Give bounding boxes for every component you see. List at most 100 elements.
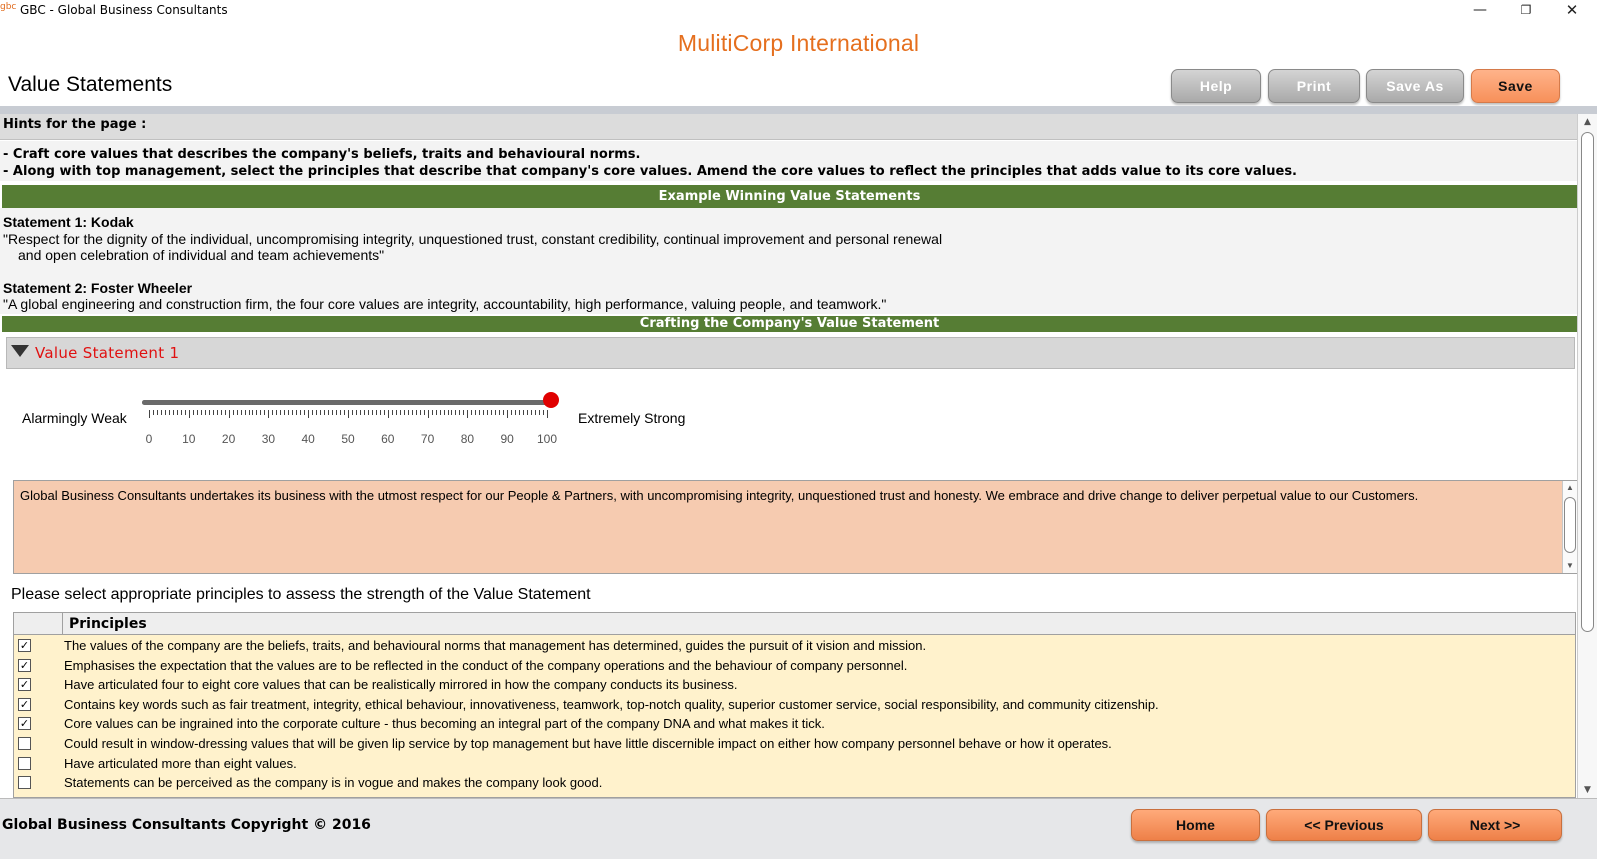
page-scrollbar[interactable]: ▲ ▼ — [1577, 114, 1597, 798]
next-button[interactable]: Next >> — [1428, 809, 1562, 841]
principle-row[interactable]: ✓ Have articulated four to eight core val… — [14, 675, 1575, 695]
slider-tick — [308, 410, 310, 418]
slider-tick-label: 80 — [460, 432, 475, 446]
slider-tick — [419, 410, 421, 415]
checkbox-checked[interactable]: ✓ — [18, 678, 31, 692]
hint-line: - Craft core values that describes the c… — [3, 147, 641, 162]
save-button[interactable]: Save — [1471, 69, 1560, 103]
slider-tick — [435, 410, 437, 415]
scroll-up-icon[interactable]: ▲ — [1563, 481, 1577, 495]
principle-row[interactable]: ✓ Contains key words such as fair treatme… — [14, 695, 1575, 715]
slider-tick — [200, 410, 202, 415]
strength-slider-knob[interactable] — [543, 392, 559, 408]
slider-tick — [184, 410, 186, 415]
slider-tick — [363, 410, 365, 415]
principle-text: Could result in window-dressing values t… — [64, 736, 1112, 751]
principle-row[interactable]: ✓ Emphasises the expectation that the val… — [14, 656, 1575, 676]
slider-tick — [391, 410, 393, 415]
slider-max-label: Extremely Strong — [578, 410, 686, 426]
value-statement-text: Global Business Consultants undertakes i… — [20, 488, 1419, 503]
save-as-button[interactable]: Save As — [1366, 69, 1464, 103]
slider-tick — [256, 410, 258, 415]
slider-tick — [427, 410, 429, 418]
principle-row[interactable]: ✓ Core values can be ingrained into the c… — [14, 714, 1575, 734]
slider-tick — [260, 410, 262, 415]
slider-tick — [212, 410, 214, 415]
slider-tick — [399, 410, 401, 415]
examples-panel: Statement 1: Kodak "Respect for the dign… — [0, 208, 1577, 314]
slider-tick-label: 100 — [536, 432, 558, 446]
app-icon: gbc — [0, 2, 17, 12]
slider-tick — [280, 410, 282, 415]
slider-tick — [292, 410, 294, 415]
scroll-up-icon[interactable]: ▲ — [1578, 114, 1597, 130]
slider-tick — [527, 410, 529, 415]
page-title: Value Statements — [8, 73, 173, 96]
slider-tick — [411, 410, 413, 415]
principles-table-header: Principles — [14, 613, 1575, 635]
slider-tick — [232, 410, 234, 415]
checkbox-unchecked[interactable] — [18, 756, 31, 770]
help-button[interactable]: Help — [1171, 69, 1261, 103]
slider-tick-label: 40 — [301, 432, 315, 446]
slider-tick — [355, 410, 357, 415]
slider-min-label: Alarmingly Weak — [22, 410, 127, 426]
slider-tick — [407, 410, 409, 415]
slider-tick — [403, 410, 405, 415]
slider-tick — [547, 410, 548, 418]
hint-line: - Along with top management, select the … — [3, 164, 1297, 179]
principle-text: Core values can be ingrained into the co… — [64, 716, 825, 732]
principle-row[interactable]: Statements can be perceived as the compa… — [14, 773, 1575, 793]
home-button[interactable]: Home — [1131, 809, 1260, 841]
value-statement-1-header[interactable]: Value Statement 1 — [6, 337, 1575, 369]
principle-row[interactable]: ✓ The values of the company are the belie… — [14, 636, 1575, 656]
checkbox-unchecked[interactable] — [18, 737, 31, 750]
textarea-scroll-thumb[interactable] — [1564, 497, 1576, 553]
minimize-icon[interactable]: — — [1457, 0, 1503, 21]
slider-tick — [264, 410, 266, 415]
checkbox-checked[interactable]: ✓ — [18, 717, 31, 731]
slider-tick — [463, 410, 465, 415]
restore-icon[interactable]: ❐ — [1503, 0, 1549, 21]
page-scroll-thumb[interactable] — [1581, 132, 1594, 632]
value-statement-textarea[interactable]: Global Business Consultants undertakes i… — [13, 480, 1577, 574]
slider-tick — [531, 410, 533, 415]
slider-ticks — [149, 410, 555, 418]
slider-tick — [483, 410, 485, 415]
slider-tick — [503, 410, 505, 415]
slider-tick-label: 70 — [420, 432, 435, 446]
slider-tick — [507, 410, 509, 418]
checkbox-checked[interactable]: ✓ — [18, 639, 31, 652]
slider-tick — [244, 410, 246, 415]
close-icon[interactable]: ✕ — [1549, 0, 1595, 21]
checkbox-unchecked[interactable] — [18, 776, 31, 790]
principle-row[interactable]: Have articulated more than eight values. — [14, 754, 1575, 774]
checkbox-checked[interactable]: ✓ — [18, 658, 31, 672]
print-button[interactable]: Print — [1268, 69, 1360, 103]
hints-body: - Craft core values that describes the c… — [0, 141, 1577, 181]
slider-tick — [188, 410, 190, 418]
slider-tick — [479, 410, 481, 415]
statement-1-text: "Respect for the dignity of the individu… — [3, 230, 943, 247]
slider-tick — [543, 410, 545, 415]
slider-tick — [252, 410, 254, 415]
scroll-down-icon[interactable]: ▼ — [1578, 782, 1597, 798]
slider-tick — [515, 410, 517, 415]
strength-slider-track[interactable] — [142, 400, 556, 405]
slider-tick — [519, 410, 521, 415]
scroll-down-icon[interactable]: ▼ — [1563, 559, 1577, 573]
textarea-scrollbar[interactable]: ▲ ▼ — [1562, 481, 1577, 573]
slider-tick-label: 20 — [221, 432, 236, 446]
triangle-down-icon[interactable] — [11, 345, 29, 357]
principle-row[interactable]: Could result in window-dressing values t… — [14, 734, 1575, 754]
checkbox-checked[interactable]: ✓ — [18, 697, 31, 711]
slider-tick — [495, 410, 497, 415]
slider-tick — [459, 410, 461, 415]
slider-tick — [240, 410, 242, 415]
slider-tick-label: 90 — [500, 432, 514, 446]
slider-tick — [164, 410, 166, 415]
slider-tick — [324, 410, 326, 415]
copyright: Global Business Consultants Copyright © … — [2, 817, 371, 833]
previous-button[interactable]: << Previous — [1266, 809, 1422, 841]
principle-text: Have articulated more than eight values. — [64, 755, 297, 771]
